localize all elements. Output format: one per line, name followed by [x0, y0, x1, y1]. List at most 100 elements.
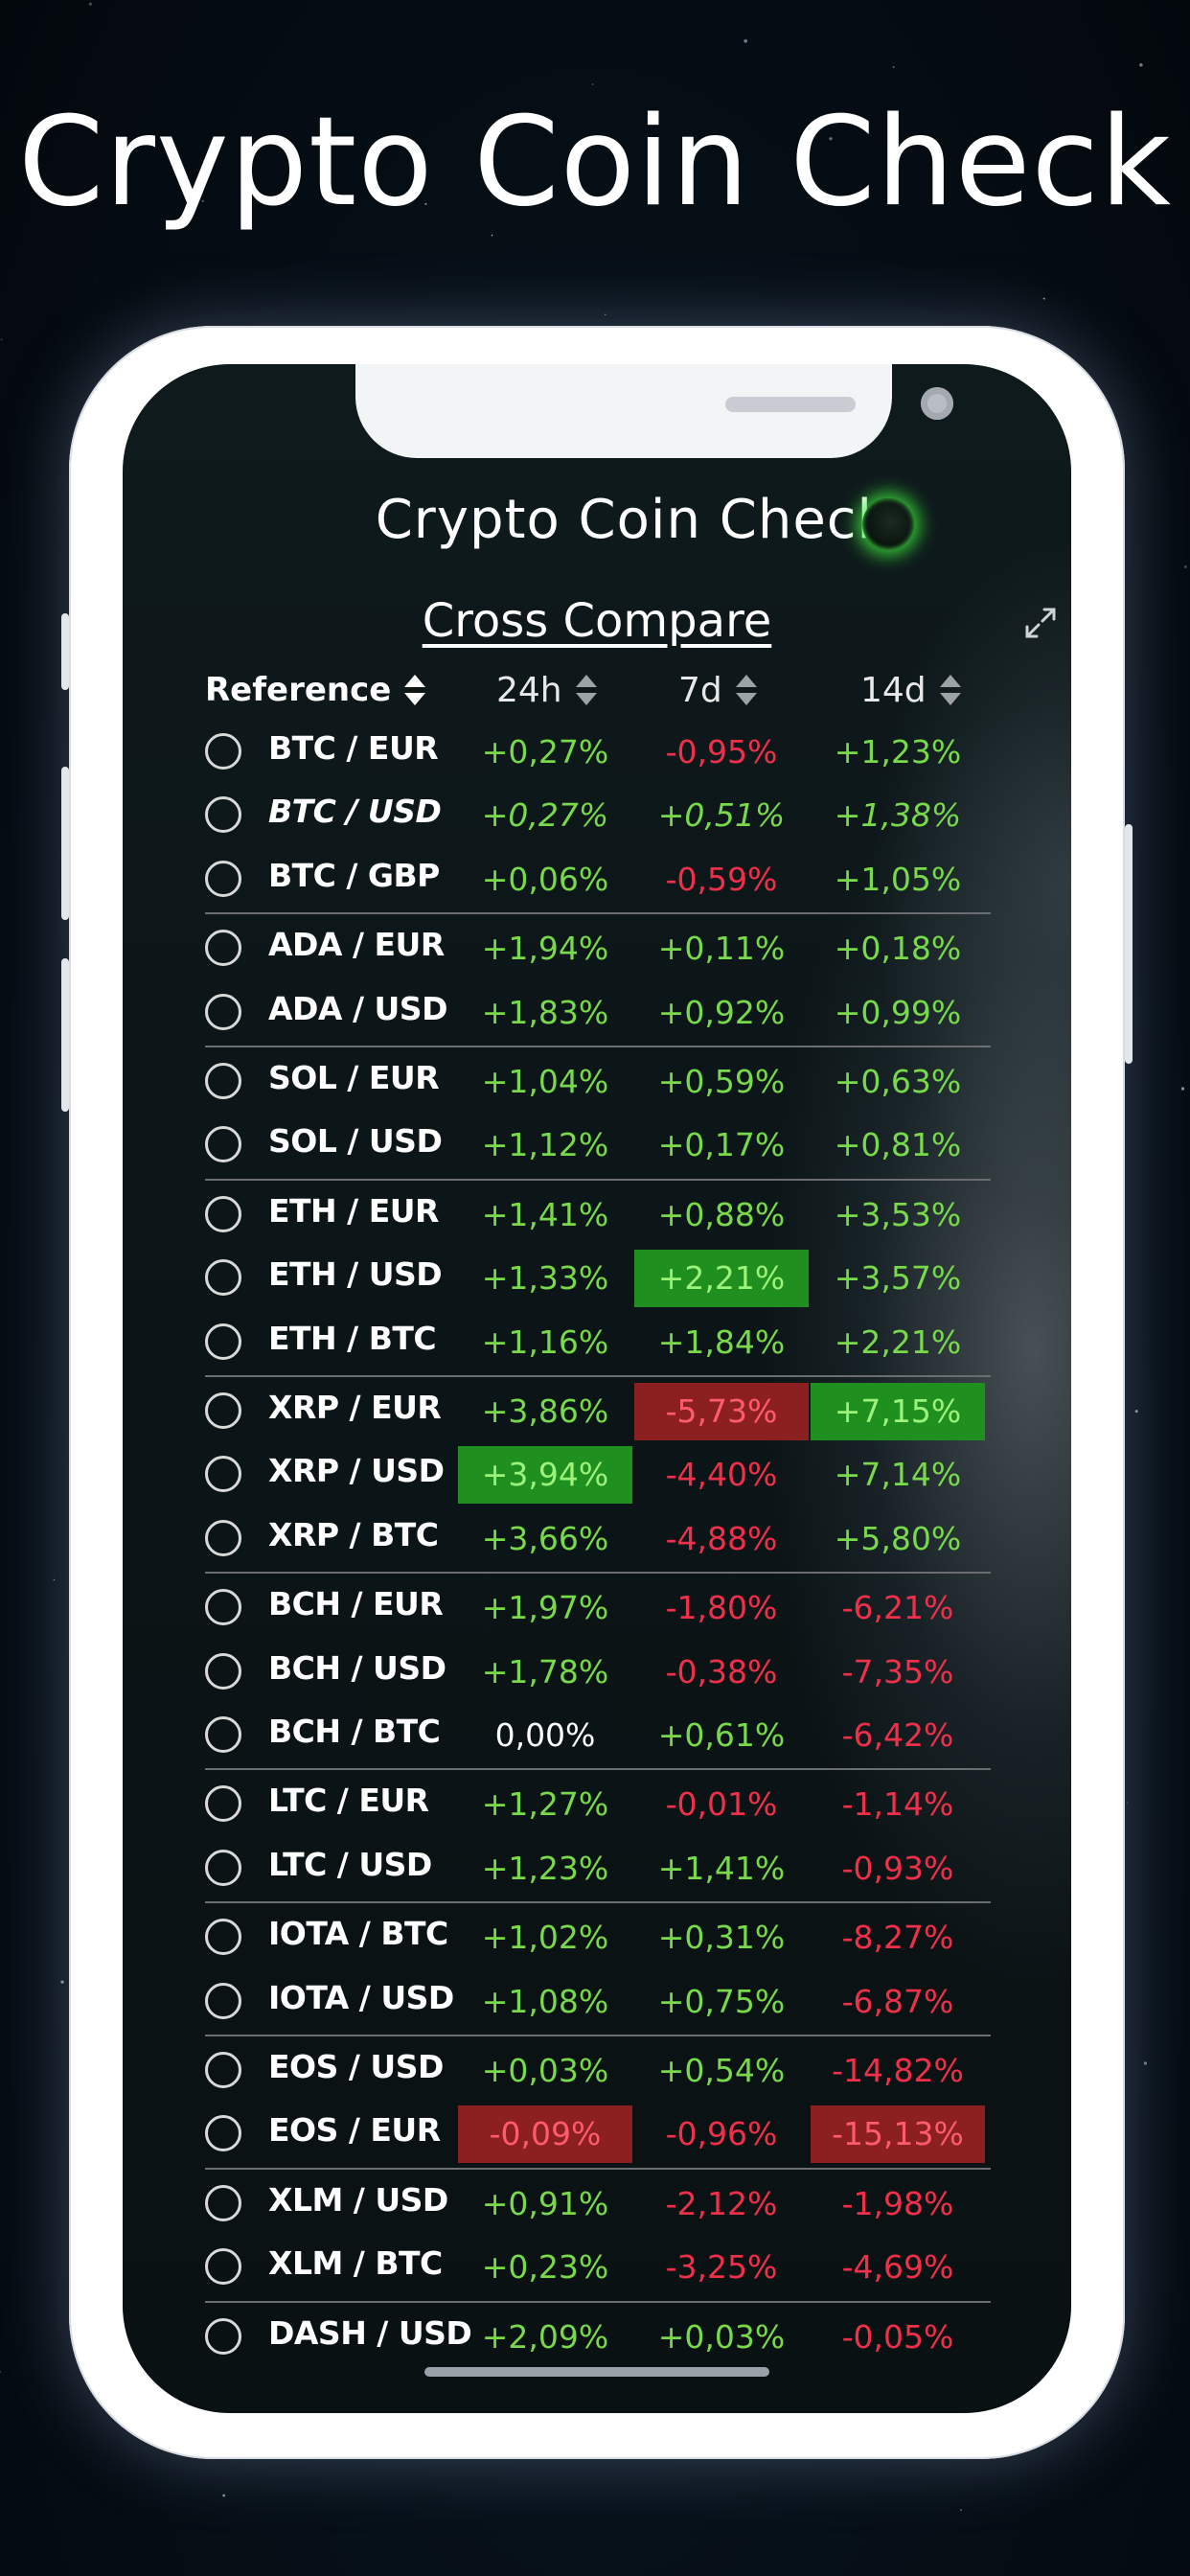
- table-row[interactable]: BCH / BTC 0,00% +0,61% -6,42%: [205, 1707, 991, 1764]
- reference-radio-button[interactable]: [205, 1849, 241, 1886]
- reference-radio-button[interactable]: [205, 1126, 241, 1163]
- reference-radio-button[interactable]: [205, 1982, 241, 2019]
- reference-radio-button[interactable]: [205, 2184, 241, 2221]
- table-row[interactable]: BTC / USD +0,27% +0,51% +1,38%: [205, 787, 991, 844]
- cross-compare-table: Reference 24h 7d 14d BTC / EUR +0,27% -0,9…: [123, 364, 1071, 2413]
- currency-pair-label: BCH / BTC: [268, 1713, 441, 1750]
- table-row[interactable]: BCH / USD +1,78% -0,38% -7,35%: [205, 1644, 991, 1701]
- table-row[interactable]: IOTA / USD +1,08% +0,75% -6,87%: [205, 1973, 991, 2031]
- table-row[interactable]: XLM / BTC +0,23% -3,25% -4,69%: [205, 2239, 991, 2296]
- change-d7-cell: -0,95%: [665, 733, 778, 770]
- reference-radio-button[interactable]: [205, 733, 241, 770]
- reference-radio-button[interactable]: [205, 860, 241, 897]
- change-d14-cell: +5,80%: [834, 1519, 962, 1557]
- reference-radio-button[interactable]: [205, 1392, 241, 1429]
- change-d7-cell: +0,03%: [657, 2317, 786, 2356]
- change-d7-cell: -5,73%: [634, 1383, 809, 1440]
- change-h24-cell: +1,78%: [481, 1652, 609, 1690]
- currency-pair-label: LTC / USD: [268, 1845, 432, 1883]
- group-divider: [205, 1178, 991, 1181]
- table-row[interactable]: SOL / EUR +1,04% +0,59% +0,63%: [205, 1053, 991, 1111]
- table-row[interactable]: BTC / EUR +0,27% -0,95% +1,23%: [205, 724, 991, 781]
- phone-power-button: [1125, 824, 1133, 1064]
- change-d7-cell: +0,88%: [657, 1195, 786, 1233]
- table-row[interactable]: DASH / USD +2,09% +0,03% -0,05%: [205, 2309, 991, 2366]
- reference-radio-button[interactable]: [205, 1322, 241, 1360]
- table-row[interactable]: XRP / USD +3,94% -4,40% +7,14%: [205, 1446, 991, 1505]
- column-header-reference[interactable]: Reference: [205, 671, 427, 709]
- table-row[interactable]: EOS / EUR -0,09% -0,96% -15,13%: [205, 2105, 991, 2164]
- table-row[interactable]: ADA / EUR +1,94% +0,11% +0,18%: [205, 920, 991, 978]
- change-h24-cell: +1,12%: [481, 1126, 609, 1164]
- star: [88, 2, 92, 6]
- sort-icon: [939, 675, 961, 705]
- reference-radio-button[interactable]: [205, 993, 241, 1030]
- star: [491, 234, 493, 237]
- star: [1139, 63, 1143, 67]
- star: [1183, 564, 1187, 568]
- table-row[interactable]: XRP / BTC +3,66% -4,88% +5,80%: [205, 1510, 991, 1568]
- reference-radio-button[interactable]: [205, 1652, 241, 1690]
- change-h24-cell: 0,00%: [494, 1716, 596, 1754]
- reference-radio-button[interactable]: [205, 1063, 241, 1099]
- reference-radio-button[interactable]: [205, 2317, 241, 2355]
- table-row[interactable]: ETH / EUR +1,41% +0,88% +3,53%: [205, 1186, 991, 1244]
- reference-radio-button[interactable]: [205, 1519, 241, 1556]
- column-header-7d[interactable]: 7d: [678, 671, 759, 710]
- table-row[interactable]: XRP / EUR +3,86% -5,73% +7,15%: [205, 1383, 991, 1440]
- reference-radio-button[interactable]: [205, 1259, 241, 1297]
- change-h24-cell: +0,27%: [481, 733, 609, 770]
- currency-pair-label: XRP / USD: [268, 1452, 445, 1490]
- reference-radio-button[interactable]: [205, 796, 241, 834]
- currency-pair-label: LTC / EUR: [268, 1782, 429, 1820]
- reference-radio-button[interactable]: [205, 2115, 241, 2152]
- currency-pair-label: ETH / BTC: [268, 1319, 437, 1357]
- table-row[interactable]: ADA / USD +1,83% +0,92% +0,99%: [205, 984, 991, 1042]
- table-row[interactable]: ETH / BTC +1,16% +1,84% +2,21%: [205, 1314, 991, 1371]
- table-row[interactable]: SOL / USD +1,12% +0,17% +0,81%: [205, 1116, 991, 1174]
- change-d14-cell: -6,87%: [841, 1982, 954, 2020]
- currency-pair-label: BTC / USD: [268, 793, 442, 831]
- column-header-label: Reference: [205, 671, 392, 709]
- change-d14-cell: -8,27%: [841, 1919, 954, 1957]
- table-row[interactable]: BTC / GBP +0,06% -0,59% +1,05%: [205, 851, 991, 908]
- reference-radio-button[interactable]: [205, 1919, 241, 1956]
- reference-radio-button[interactable]: [205, 2248, 241, 2286]
- reference-radio-button[interactable]: [205, 1195, 241, 1232]
- change-h24-cell: +0,91%: [481, 2184, 609, 2222]
- change-h24-cell: +0,27%: [481, 796, 609, 835]
- sort-icon: [735, 675, 757, 705]
- star: [592, 83, 594, 85]
- app-screen: Crypto Coin Check Cross Compare Referenc…: [123, 364, 1071, 2413]
- reference-radio-button[interactable]: [205, 2052, 241, 2088]
- change-d7-cell: -1,80%: [665, 1589, 778, 1627]
- table-row[interactable]: XLM / USD +0,91% -2,12% -1,98%: [205, 2175, 991, 2233]
- column-header-24h[interactable]: 24h: [496, 670, 599, 710]
- reference-radio-button[interactable]: [205, 1456, 241, 1493]
- change-d14-cell: -1,98%: [841, 2184, 954, 2222]
- change-d7-cell: +1,84%: [657, 1322, 786, 1361]
- table-row[interactable]: IOTA / BTC +1,02% +0,31% -8,27%: [205, 1909, 991, 1966]
- reference-radio-button[interactable]: [205, 1785, 241, 1823]
- reference-radio-button[interactable]: [205, 1716, 241, 1753]
- column-header-14d[interactable]: 14d: [860, 671, 963, 710]
- change-d14-cell: -7,35%: [841, 1652, 954, 1690]
- home-indicator[interactable]: [424, 2367, 769, 2377]
- change-h24-cell: -0,09%: [458, 2105, 632, 2164]
- change-h24-cell: +1,33%: [481, 1259, 609, 1298]
- column-header-label: 24h: [496, 670, 562, 710]
- change-h24-cell: +1,04%: [481, 1063, 609, 1100]
- table-row[interactable]: LTC / USD +1,23% +1,41% -0,93%: [205, 1840, 991, 1898]
- reference-radio-button[interactable]: [205, 930, 241, 967]
- star: [892, 65, 895, 68]
- currency-pair-label: IOTA / BTC: [268, 1915, 448, 1953]
- group-divider: [205, 2167, 991, 2170]
- reference-radio-button[interactable]: [205, 1589, 241, 1626]
- table-row[interactable]: BCH / EUR +1,97% -1,80% -6,21%: [205, 1579, 991, 1637]
- group-divider: [205, 1046, 991, 1047]
- table-row[interactable]: ETH / USD +1,33% +2,21% +3,57%: [205, 1250, 991, 1308]
- table-row[interactable]: LTC / EUR +1,27% -0,01% -1,14%: [205, 1776, 991, 1833]
- table-row[interactable]: EOS / USD +0,03% +0,54% -14,82%: [205, 2042, 991, 2100]
- change-d7-cell: +0,61%: [657, 1716, 786, 1754]
- star: [744, 38, 748, 43]
